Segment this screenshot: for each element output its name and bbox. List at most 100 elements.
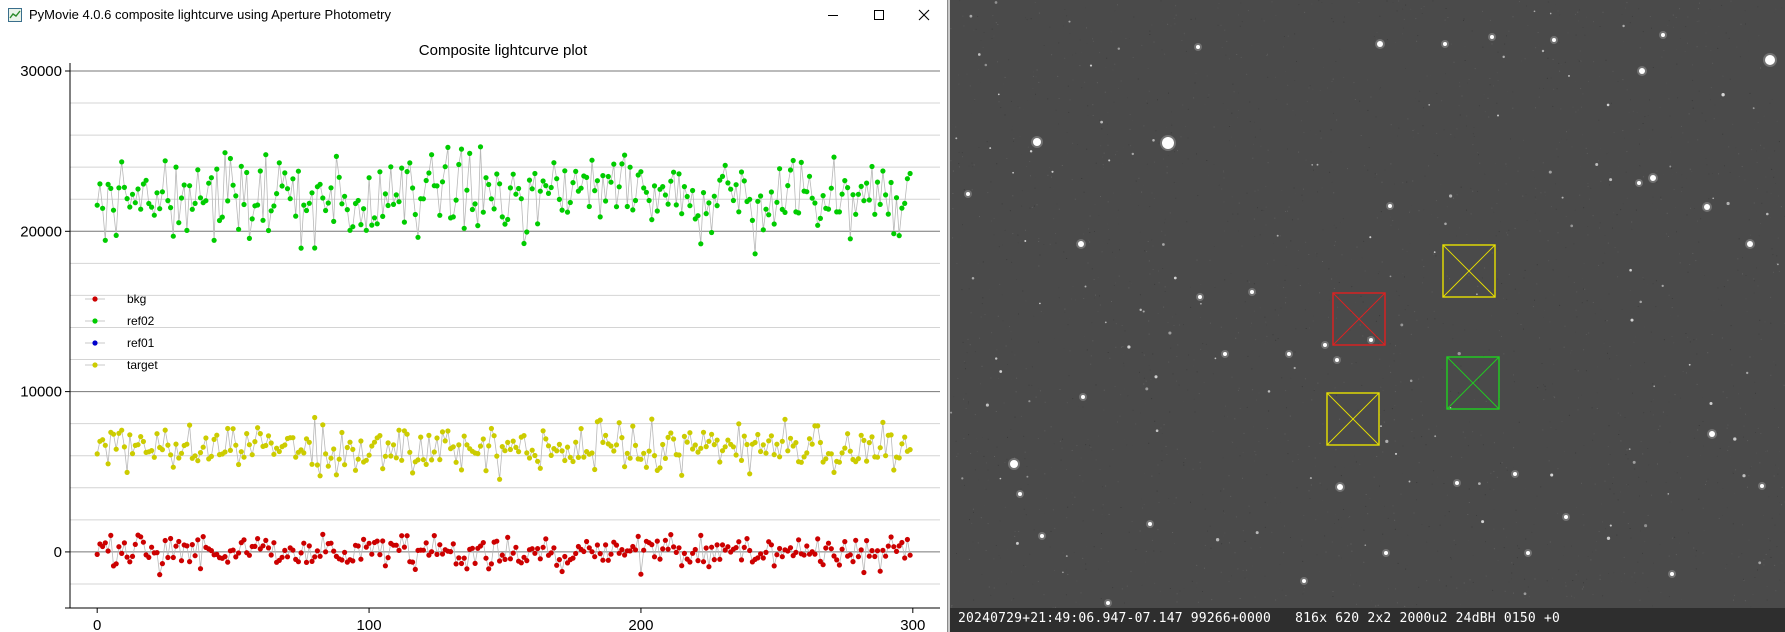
data-point-target — [836, 459, 843, 465]
noise-pixel — [1082, 233, 1084, 235]
noise-pixel — [1685, 333, 1687, 334]
noise-pixel — [1097, 296, 1099, 298]
noise-pixel — [1466, 125, 1468, 127]
data-point-bkg — [679, 563, 685, 569]
data-point-target — [233, 442, 239, 448]
noise-pixel — [1316, 253, 1318, 255]
noise-pixel — [950, 28, 952, 30]
noise-pixel — [1155, 130, 1157, 132]
noise-pixel — [1626, 449, 1628, 451]
data-point-target — [442, 438, 448, 444]
noise-pixel — [1503, 480, 1505, 482]
noise-pixel — [1691, 171, 1693, 173]
noise-pixel — [1338, 282, 1340, 283]
noise-pixel — [1103, 152, 1105, 154]
data-point-ref02 — [728, 186, 734, 192]
data-point-ref02 — [241, 201, 247, 208]
data-point-target — [494, 453, 500, 459]
data-point-ref02 — [390, 201, 397, 207]
noise-pixel — [1748, 539, 1750, 541]
noise-pixel — [1066, 258, 1068, 259]
data-point-bkg — [439, 551, 446, 557]
data-point-ref02 — [475, 223, 481, 229]
noise-pixel — [1196, 153, 1197, 155]
noise-pixel — [1423, 277, 1425, 279]
noise-pixel — [1281, 589, 1283, 591]
data-point-ref02 — [170, 233, 176, 239]
noise-pixel — [1231, 441, 1233, 443]
noise-pixel — [1235, 516, 1237, 518]
noise-pixel — [1334, 387, 1336, 389]
noise-pixel — [1492, 589, 1494, 591]
noise-pixel — [1599, 227, 1601, 229]
noise-pixel — [1768, 290, 1770, 292]
star — [1040, 534, 1044, 538]
noise-pixel — [994, 456, 995, 457]
data-point-target — [366, 452, 372, 458]
data-point-target — [804, 450, 810, 456]
noise-pixel — [1503, 432, 1504, 434]
noise-pixel — [1536, 283, 1538, 285]
noise-pixel — [1592, 439, 1594, 441]
data-point-ref02 — [358, 222, 364, 228]
noise-pixel — [1247, 355, 1249, 357]
data-point-target — [521, 433, 527, 439]
minimize-button[interactable] — [810, 0, 856, 30]
noise-pixel — [1071, 449, 1073, 451]
noise-pixel — [1196, 371, 1198, 373]
data-point-ref02 — [257, 168, 263, 174]
noise-pixel — [1608, 293, 1610, 295]
noise-pixel — [1556, 88, 1558, 90]
noise-pixel — [1080, 457, 1082, 459]
lightcurve-plot[interactable]: Composite lightcurve plot 0 100 200 3000100… — [0, 30, 947, 632]
noise-pixel — [1536, 495, 1538, 497]
noise-pixel — [1038, 81, 1040, 83]
noise-pixel — [1666, 233, 1667, 235]
noise-pixel — [1158, 501, 1160, 503]
noise-pixel — [1092, 40, 1094, 42]
data-point-ref02 — [195, 167, 201, 173]
noise-pixel — [1209, 525, 1211, 527]
noise-pixel — [1301, 545, 1303, 547]
noise-pixel — [1098, 435, 1100, 437]
data-point-ref02 — [377, 169, 383, 175]
noise-pixel — [1285, 390, 1287, 392]
noise-pixel — [1030, 175, 1031, 177]
noise-pixel — [1616, 534, 1618, 536]
noise-pixel — [1154, 420, 1156, 422]
noise-pixel — [1174, 542, 1176, 544]
noise-pixel — [1390, 163, 1392, 165]
noise-pixel — [1363, 240, 1365, 242]
close-button[interactable] — [901, 0, 947, 30]
noise-pixel — [1050, 426, 1052, 428]
data-point-target — [168, 452, 174, 458]
noise-pixel — [1493, 509, 1495, 510]
faint-star — [1369, 236, 1372, 239]
noise-pixel — [1214, 285, 1216, 287]
noise-pixel — [1456, 194, 1458, 196]
noise-pixel — [1043, 244, 1045, 245]
data-point-bkg — [603, 542, 609, 548]
noise-pixel — [1747, 440, 1749, 442]
noise-pixel — [1700, 218, 1702, 220]
data-point-ref02 — [488, 196, 494, 202]
data-point-target — [847, 448, 853, 454]
noise-pixel — [1581, 134, 1583, 136]
noise-pixel — [1683, 539, 1684, 541]
noise-pixel — [1023, 565, 1025, 566]
noise-pixel — [1503, 528, 1505, 530]
noise-pixel — [968, 434, 969, 436]
noise-pixel — [1434, 318, 1436, 320]
noise-pixel — [1340, 357, 1342, 359]
noise-pixel — [1555, 259, 1557, 261]
maximize-button[interactable] — [856, 0, 902, 30]
noise-pixel — [1721, 515, 1723, 516]
noise-pixel — [1054, 606, 1056, 608]
noise-pixel — [1445, 73, 1447, 75]
data-point-target — [692, 442, 698, 448]
data-point-bkg — [453, 561, 459, 567]
noise-pixel — [1309, 498, 1311, 500]
noise-pixel — [1359, 585, 1361, 587]
title-bar[interactable]: PyMovie 4.0.6 composite lightcurve using… — [0, 0, 947, 30]
data-point-ref02 — [410, 185, 416, 191]
